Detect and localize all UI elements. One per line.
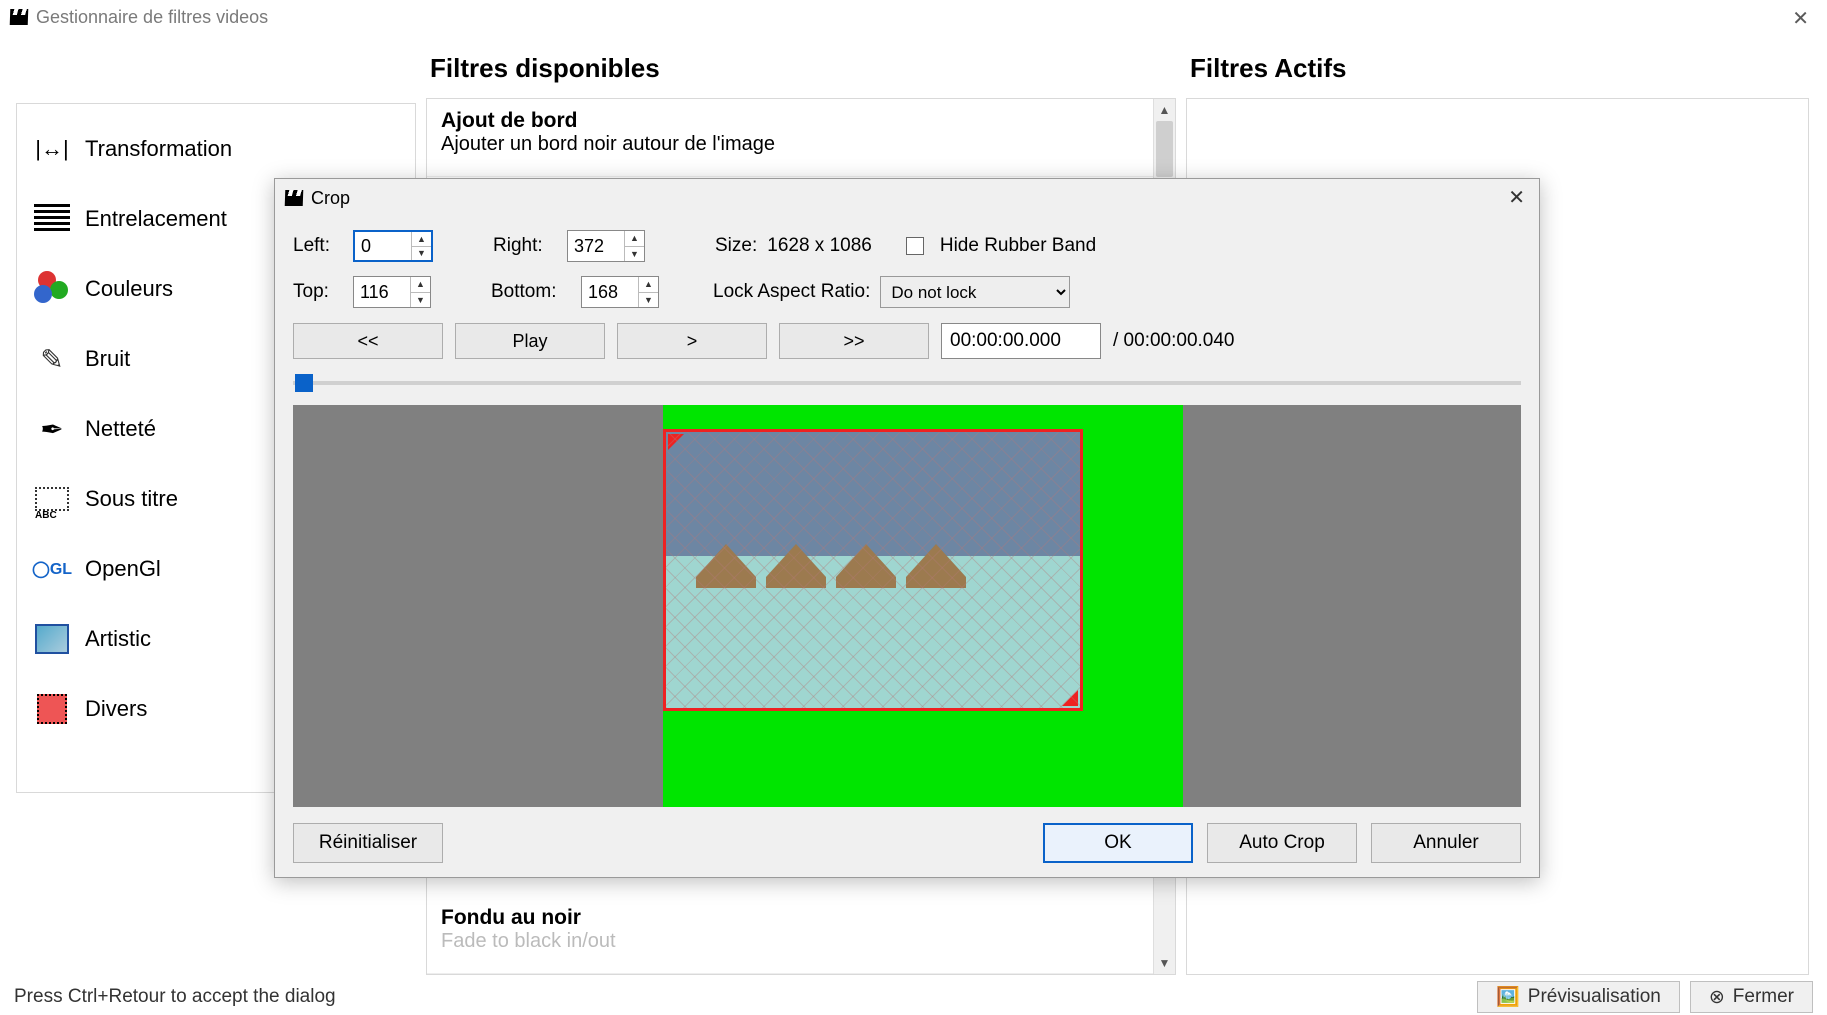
dialog-title: Crop — [311, 188, 350, 209]
spin-down-icon[interactable]: ▼ — [412, 247, 431, 261]
category-transformation[interactable]: Transformation — [17, 114, 415, 184]
dialog-footer: Réinitialiser OK Auto Crop Annuler — [293, 815, 1521, 863]
left-label: Left: — [293, 235, 343, 257]
slider-track — [293, 381, 1521, 385]
time-slider[interactable] — [293, 373, 1521, 393]
lock-aspect-ratio-select[interactable]: Do not lock — [880, 276, 1070, 308]
category-label: Couleurs — [85, 276, 173, 302]
category-label: Artistic — [85, 626, 151, 652]
status-hint: Press Ctrl+Retour to accept the dialog — [14, 986, 336, 1008]
right-spinner[interactable]: ▲▼ — [567, 230, 645, 262]
filter-entry[interactable]: Ajout de bord Ajouter un bord noir autou… — [427, 99, 1175, 177]
filter-entry[interactable]: Fondu au noir Fade to black in/out — [427, 896, 1153, 974]
window-close-button[interactable]: ✕ — [1784, 4, 1817, 33]
top-input[interactable] — [354, 277, 410, 307]
spin-up-icon[interactable]: ▲ — [639, 277, 658, 293]
right-input[interactable] — [568, 231, 624, 261]
crop-row-2: Top: ▲▼ Bottom: ▲▼ Lock Aspect Ratio: Do… — [293, 273, 1521, 311]
transport-step-button[interactable]: > — [617, 323, 767, 359]
autocrop-button[interactable]: Auto Crop — [1207, 823, 1357, 863]
spin-up-icon[interactable]: ▲ — [412, 232, 431, 247]
crop-handle-bottom-right[interactable] — [1062, 690, 1078, 706]
hide-rubber-band-checkbox[interactable] — [906, 237, 924, 255]
noise-icon — [31, 338, 73, 380]
spin-up-icon[interactable]: ▲ — [625, 231, 644, 247]
close-icon: ⊗ — [1709, 986, 1725, 1009]
ok-button[interactable]: OK — [1043, 823, 1193, 863]
left-spinner[interactable]: ▲▼ — [353, 230, 433, 262]
filter-name: Fondu au noir — [441, 906, 1139, 930]
crop-handle-top-left[interactable] — [668, 434, 684, 450]
category-label: Netteté — [85, 416, 156, 442]
crop-preview[interactable] — [293, 405, 1521, 807]
dialog-body: Left: ▲▼ Right: ▲▼ Size: 1628 x 1086 Hid… — [275, 217, 1539, 877]
scroll-down-icon[interactable]: ▼ — [1154, 952, 1175, 974]
transport-rewind-button[interactable]: << — [293, 323, 443, 359]
active-heading: Filtres Actifs — [1186, 45, 1809, 98]
time-current-field[interactable]: 00:00:00.000 — [941, 323, 1101, 359]
lock-ar-label: Lock Aspect Ratio: — [713, 281, 870, 303]
interlace-icon — [34, 204, 70, 234]
right-label: Right: — [493, 235, 557, 257]
transport-row: << Play > >> 00:00:00.000 / 00:00:00.040 — [293, 323, 1521, 359]
sharpen-icon — [31, 408, 73, 450]
size-value: 1628 x 1086 — [767, 235, 872, 257]
category-label: OpenGl — [85, 556, 161, 582]
category-label: Entrelacement — [85, 206, 227, 232]
app-icon — [10, 9, 29, 25]
scroll-up-icon[interactable]: ▲ — [1154, 99, 1175, 121]
time-total-label: / 00:00:00.040 — [1113, 330, 1235, 352]
spin-down-icon[interactable]: ▼ — [625, 247, 644, 262]
transform-icon — [31, 128, 73, 170]
misc-icon — [37, 694, 67, 724]
subtitle-icon — [35, 487, 69, 511]
filter-desc: Ajouter un bord noir autour de l'image — [441, 133, 1161, 156]
colors-icon — [34, 271, 70, 307]
reset-button[interactable]: Réinitialiser — [293, 823, 443, 863]
left-input[interactable] — [355, 232, 411, 260]
window-titlebar: Gestionnaire de filtres videos — [0, 0, 1827, 34]
hide-rubber-band-label: Hide Rubber Band — [940, 235, 1096, 257]
window-title: Gestionnaire de filtres videos — [36, 0, 268, 34]
category-label: Sous titre — [85, 486, 178, 512]
preview-label: Prévisualisation — [1528, 986, 1661, 1008]
crop-rubber-band[interactable] — [663, 429, 1083, 711]
spin-down-icon[interactable]: ▼ — [411, 293, 430, 308]
bottom-label: Bottom: — [491, 281, 571, 303]
preview-button[interactable]: 🖼️ Prévisualisation — [1477, 981, 1680, 1013]
top-spinner[interactable]: ▲▼ — [353, 276, 431, 308]
bottom-input[interactable] — [582, 277, 638, 307]
spin-up-icon[interactable]: ▲ — [411, 277, 430, 293]
close-label: Fermer — [1733, 986, 1794, 1008]
transport-forward-button[interactable]: >> — [779, 323, 929, 359]
filter-desc: Fade to black in/out — [441, 930, 1139, 953]
scrollbar-thumb[interactable] — [1156, 121, 1173, 177]
slider-thumb[interactable] — [295, 374, 313, 392]
preview-icon: 🖼️ — [1496, 985, 1520, 1009]
artistic-icon — [35, 624, 69, 654]
close-button[interactable]: ⊗ Fermer — [1690, 981, 1813, 1013]
filter-name: Ajout de bord — [441, 109, 1161, 133]
opengl-icon — [31, 548, 73, 590]
crop-row-1: Left: ▲▼ Right: ▲▼ Size: 1628 x 1086 Hid… — [293, 227, 1521, 265]
category-label: Divers — [85, 696, 147, 722]
size-label: Size: — [715, 235, 757, 257]
crop-dialog: Crop ✕ Left: ▲▼ Right: ▲▼ Size: 1628 x 1… — [274, 178, 1540, 878]
dialog-icon — [285, 190, 304, 206]
dialog-titlebar: Crop — [275, 179, 1539, 217]
spin-down-icon[interactable]: ▼ — [639, 293, 658, 308]
available-heading: Filtres disponibles — [426, 45, 1176, 98]
transport-play-button[interactable]: Play — [455, 323, 605, 359]
category-label: Bruit — [85, 346, 130, 372]
cancel-button[interactable]: Annuler — [1371, 823, 1521, 863]
bottom-spinner[interactable]: ▲▼ — [581, 276, 659, 308]
top-label: Top: — [293, 281, 343, 303]
category-label: Transformation — [85, 136, 232, 162]
status-bar: Press Ctrl+Retour to accept the dialog 🖼… — [0, 979, 1827, 1015]
dialog-close-button[interactable]: ✕ — [1502, 185, 1531, 210]
